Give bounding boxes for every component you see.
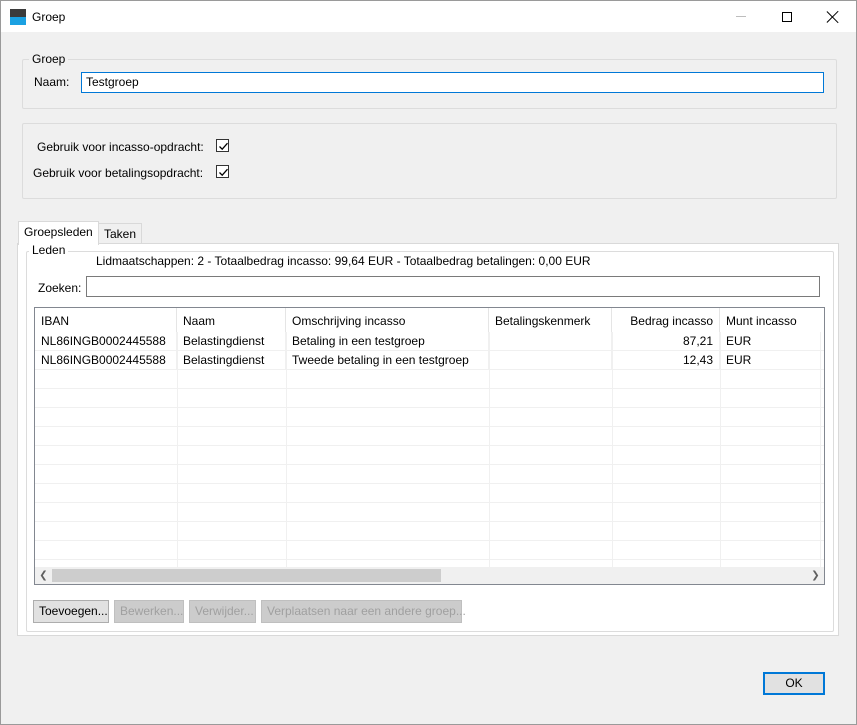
- window-title: Groep: [32, 10, 66, 24]
- edit-button[interactable]: Bewerken...: [114, 600, 184, 623]
- incasso-label: Gebruik voor incasso-opdracht:: [37, 140, 204, 154]
- empty-row: [35, 503, 824, 522]
- minimize-icon: [736, 16, 746, 17]
- incasso-checkbox[interactable]: [216, 139, 229, 152]
- cell-iban: NL86INGB0002445588: [35, 351, 177, 370]
- members-summary: Lidmaatschappen: 2 - Totaalbedrag incass…: [96, 254, 591, 268]
- title-bar[interactable]: Groep: [1, 1, 856, 32]
- horizontal-scrollbar[interactable]: ❮ ❯: [35, 567, 824, 584]
- cell-naam: Belastingdienst: [177, 332, 286, 351]
- app-icon: [10, 9, 26, 25]
- checkmark-icon: [219, 142, 228, 151]
- column-header-bedrag[interactable]: Bedrag incasso: [612, 308, 720, 332]
- cell-betalingskenmerk: [489, 332, 612, 351]
- column-divider: [286, 332, 287, 568]
- betaling-checkbox[interactable]: [216, 165, 229, 178]
- betaling-label: Gebruik voor betalingsopdracht:: [33, 166, 204, 180]
- column-divider: [820, 332, 821, 568]
- maximize-button[interactable]: [764, 1, 810, 32]
- close-button[interactable]: [810, 1, 856, 32]
- empty-row: [35, 408, 824, 427]
- column-divider: [177, 332, 178, 568]
- cell-naam: Belastingdienst: [177, 351, 286, 370]
- scroll-left-icon[interactable]: ❮: [35, 567, 52, 584]
- cell-betalingskenmerk: [489, 351, 612, 370]
- column-divider: [489, 332, 490, 568]
- empty-row: [35, 389, 824, 408]
- empty-row: [35, 370, 824, 389]
- add-button[interactable]: Toevoegen...: [33, 600, 109, 623]
- empty-row: [35, 465, 824, 484]
- scrollbar-thumb[interactable]: [52, 569, 441, 582]
- cell-bedrag: 87,21: [612, 332, 720, 351]
- table-row[interactable]: NL86INGB0002445588 Belastingdienst Betal…: [35, 332, 824, 351]
- search-label: Zoeken:: [38, 281, 82, 295]
- maximize-icon: [782, 11, 792, 22]
- empty-row: [35, 484, 824, 503]
- search-input[interactable]: [86, 276, 820, 297]
- cell-munt: EUR: [726, 353, 752, 367]
- dialog-window: Groep Groep Naam: Testgroep Gebruik voor…: [0, 0, 857, 725]
- close-icon: [827, 11, 839, 23]
- column-header-munt[interactable]: Munt incasso: [720, 308, 820, 332]
- empty-row: [35, 427, 824, 446]
- column-header-naam[interactable]: Naam: [177, 308, 286, 332]
- column-divider: [720, 332, 721, 568]
- name-input[interactable]: Testgroep: [81, 72, 824, 93]
- cell-bedrag: 12,43: [612, 351, 720, 370]
- move-button[interactable]: Verplaatsen naar een andere groep...: [261, 600, 466, 623]
- options-box: [22, 123, 837, 199]
- checkmark-icon: [219, 168, 228, 177]
- tab-taken[interactable]: Taken: [98, 223, 143, 245]
- column-divider: [612, 332, 613, 568]
- minimize-button[interactable]: [718, 1, 764, 32]
- scroll-right-icon[interactable]: ❯: [807, 567, 824, 584]
- table-header: IBAN Naam Omschrijving incasso Betalings…: [35, 308, 824, 332]
- column-header-iban[interactable]: IBAN: [35, 308, 177, 332]
- empty-row: [35, 446, 824, 465]
- table-row[interactable]: NL86INGB0002445588 Belastingdienst Tweed…: [35, 351, 824, 370]
- empty-row: [35, 522, 824, 541]
- column-header-betalingskenmerk[interactable]: Betalingskenmerk: [489, 308, 612, 332]
- group-box-legend: Groep: [29, 52, 69, 66]
- cell-iban: NL86INGB0002445588: [35, 332, 177, 351]
- ok-button[interactable]: OK: [763, 672, 825, 695]
- cell-omschrijving: Tweede betaling in een testgroep: [286, 351, 489, 370]
- tab-panel-groepsleden: Leden Lidmaatschappen: 2 - Totaalbedrag …: [17, 243, 839, 636]
- members-legend: Leden: [29, 243, 69, 257]
- cell-munt: EUR: [726, 334, 752, 348]
- members-table[interactable]: IBAN Naam Omschrijving incasso Betalings…: [34, 307, 825, 585]
- tab-groepsleden[interactable]: Groepsleden: [18, 221, 99, 245]
- delete-button[interactable]: Verwijder...: [189, 600, 256, 623]
- name-label: Naam:: [34, 75, 70, 89]
- column-header-omschrijving[interactable]: Omschrijving incasso: [286, 308, 489, 332]
- empty-row: [35, 541, 824, 560]
- cell-omschrijving: Betaling in een testgroep: [286, 332, 489, 351]
